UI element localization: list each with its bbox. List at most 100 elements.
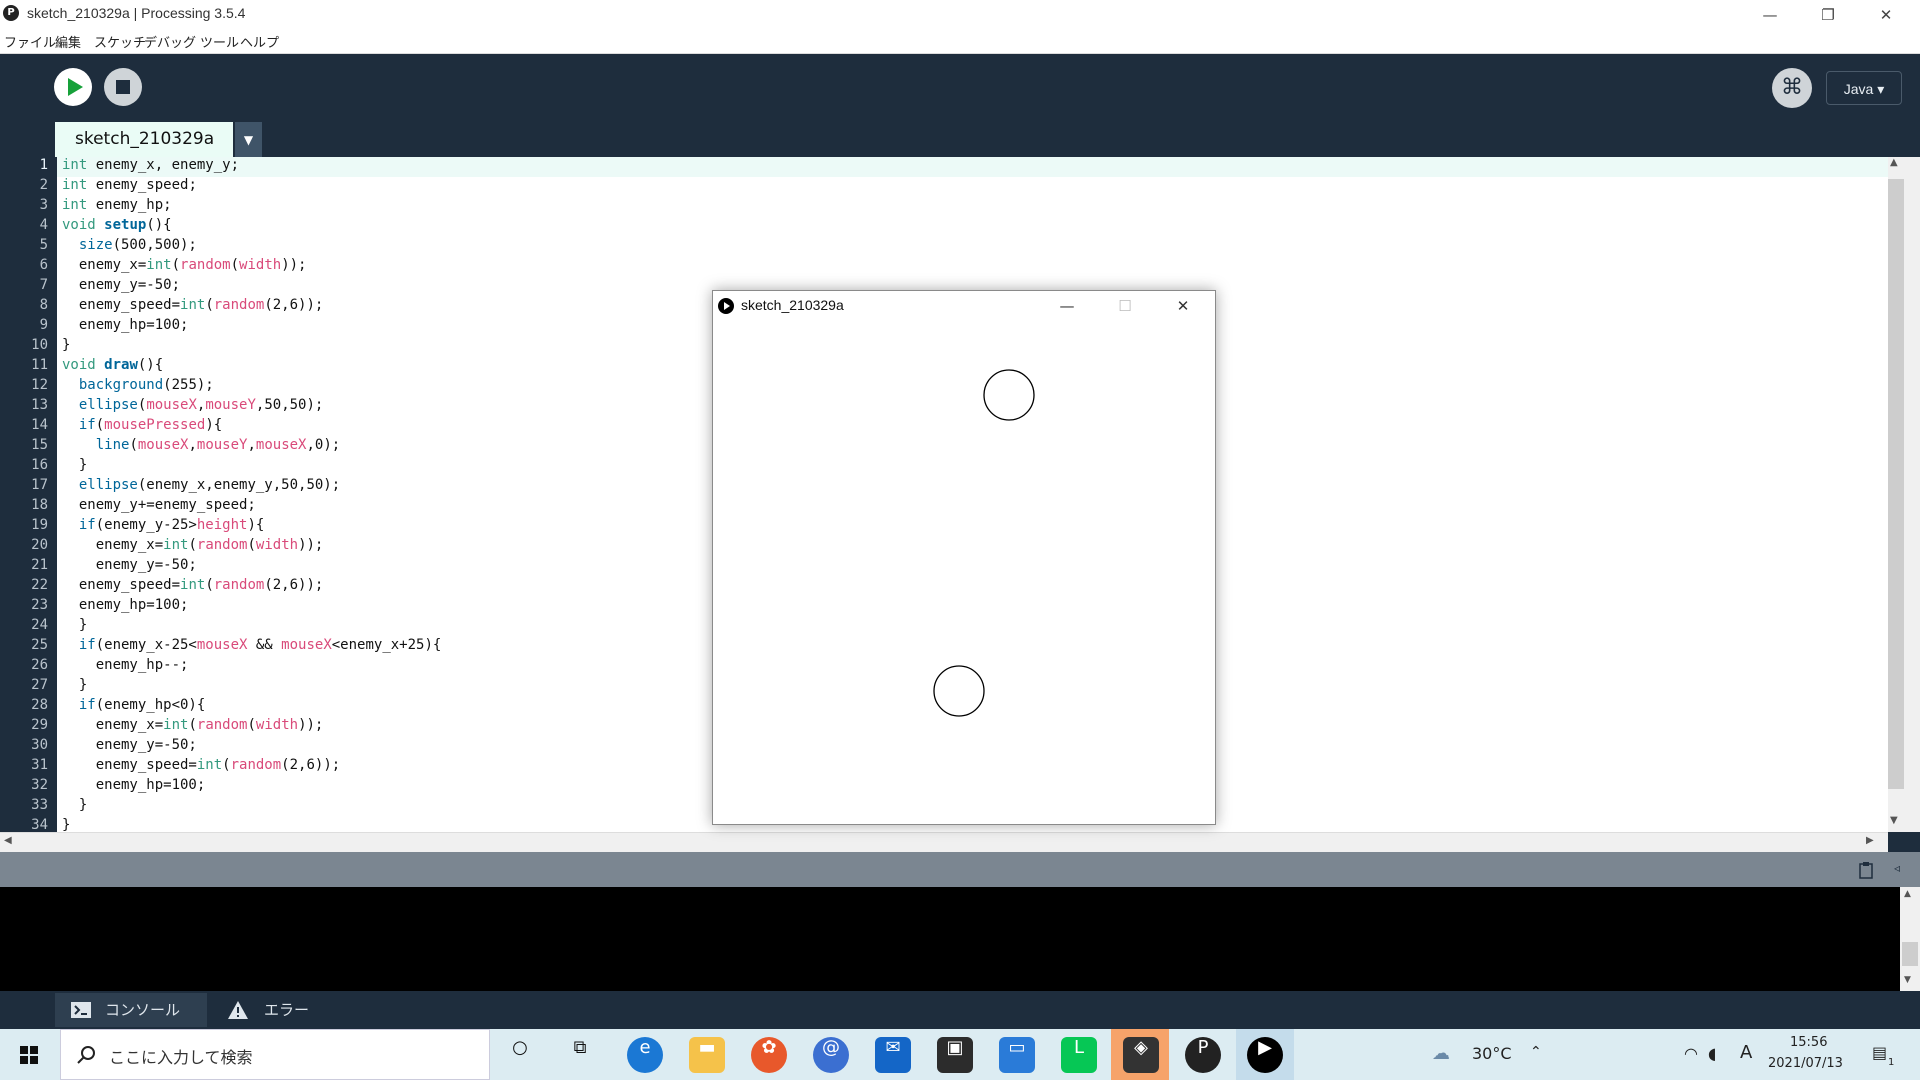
tab-menu-button[interactable]: ▼ — [235, 122, 262, 157]
code-line: if(mousePressed){ — [78, 417, 223, 433]
window-title: sketch_210329a | Processing 3.5.4 — [27, 5, 246, 21]
sketch-run-icon[interactable]: ▶ — [1247, 1037, 1283, 1073]
menu-bar: ファイル 編集 スケッチ デバッグ ツール ヘルプ — [0, 29, 1920, 54]
line-icon[interactable]: L — [1061, 1037, 1097, 1073]
store-icon[interactable]: ▣ — [937, 1037, 973, 1073]
warning-icon — [228, 1001, 248, 1019]
debug-button[interactable]: ⌘ — [1772, 68, 1812, 108]
line-number: 13 — [31, 397, 48, 413]
scroll-down-icon[interactable]: ▼ — [1890, 815, 1898, 826]
menu-sketch[interactable]: スケッチ — [94, 32, 146, 51]
sketch-maximize-button[interactable]: ☐ — [1096, 291, 1154, 321]
tab-console[interactable]: コンソール — [55, 993, 207, 1027]
line-number: 14 — [31, 417, 48, 433]
run-button[interactable] — [54, 68, 92, 106]
ime-indicator[interactable]: A — [1740, 1042, 1752, 1063]
current-line-highlight — [57, 157, 1888, 177]
sketch-canvas[interactable] — [713, 323, 1213, 823]
console-scroll-up-icon[interactable]: ▲ — [1904, 889, 1911, 899]
code-line: int enemy_speed; — [62, 177, 197, 193]
code-line: void draw(){ — [62, 357, 164, 373]
processing-icon[interactable]: P — [1185, 1037, 1221, 1073]
scroll-right-icon[interactable]: ▶ — [1866, 835, 1874, 846]
line-number: 19 — [31, 517, 48, 533]
search-icon — [77, 1046, 95, 1064]
tab-sketch[interactable]: sketch_210329a — [55, 122, 233, 157]
menu-help[interactable]: ヘルプ — [240, 32, 279, 51]
mode-selector[interactable]: Java ▾ — [1826, 71, 1902, 105]
restore-icon: ❐ — [1821, 5, 1835, 24]
editor-vertical-scrollbar[interactable]: ▲ ▼ — [1888, 157, 1920, 832]
clipboard-icon[interactable] — [1858, 861, 1874, 879]
volume-icon[interactable]: ◖ — [1708, 1044, 1716, 1063]
close-button[interactable]: ✕ — [1857, 0, 1915, 29]
scroll-thumb[interactable] — [1888, 179, 1904, 789]
code-line: enemy_y=-50; — [62, 277, 181, 293]
windows-start-icon[interactable] — [20, 1046, 38, 1064]
close-icon: ✕ — [1879, 5, 1893, 24]
search-placeholder: ここに入力して検索 — [109, 1048, 253, 1067]
taskbar-search[interactable]: ここに入力して検索 — [60, 1029, 490, 1080]
sketch-close-button[interactable]: ✕ — [1154, 291, 1212, 321]
console-scrollbar[interactable]: ▲ ▼ — [1900, 887, 1920, 991]
sketch-minimize-button[interactable]: — — [1038, 291, 1096, 321]
line-number: 23 — [31, 597, 48, 613]
code-line: enemy_x=int(random(width)); — [62, 717, 324, 733]
windows-taskbar: ここに入力して検索 ○ ⧉ e ▬ ✿ @ ✉ ▣ ▭ L ◈ P ▶ ☁ 30… — [0, 1029, 1920, 1080]
menu-edit[interactable]: 編集 — [55, 32, 81, 51]
tray-chevron-icon[interactable]: ⌃ — [1530, 1044, 1542, 1060]
line-number: 4 — [39, 217, 48, 233]
code-line: enemy_hp=100; — [62, 597, 189, 613]
menu-file[interactable]: ファイル — [4, 32, 56, 51]
code-line: if(enemy_x-25<mouseX && mouseX<enemy_x+2… — [78, 637, 442, 653]
network-icon[interactable]: ◠ — [1684, 1044, 1698, 1063]
clock-time[interactable]: 15:56 — [1790, 1035, 1827, 1050]
task-view-icon[interactable]: ⧉ — [562, 1037, 598, 1073]
code-line: size(500,500); — [78, 237, 197, 253]
menu-tools[interactable]: ツール — [200, 32, 239, 51]
cortana-icon[interactable]: ○ — [502, 1037, 538, 1073]
line-number: 11 — [31, 357, 48, 373]
mail-app-icon[interactable]: @ — [813, 1037, 849, 1073]
minimize-icon: — — [1059, 297, 1075, 315]
player-circle — [933, 665, 985, 717]
code-line: } — [62, 817, 71, 832]
console-scroll-down-icon[interactable]: ▼ — [1904, 975, 1911, 985]
notification-icon[interactable]: ▤ — [1872, 1043, 1887, 1062]
line-number: 12 — [31, 377, 48, 393]
code-line: enemy_y=-50; — [62, 557, 197, 573]
unity-icon[interactable]: ◈ — [1123, 1037, 1159, 1073]
enemy-circle — [983, 369, 1035, 421]
sketch-output-window[interactable]: sketch_210329a — ☐ ✕ — [712, 290, 1216, 825]
clock-date[interactable]: 2021/07/13 — [1768, 1056, 1843, 1071]
toolbar — [0, 54, 1920, 156]
code-line: } — [62, 617, 88, 633]
code-line: int enemy_hp; — [62, 197, 172, 213]
code-line: enemy_speed=int(random(2,6)); — [62, 757, 341, 773]
stop-button[interactable] — [104, 68, 142, 106]
line-number: 6 — [39, 257, 48, 273]
line-number: 8 — [39, 297, 48, 313]
editor-horizontal-scrollbar[interactable]: ◀ ▶ — [0, 832, 1888, 853]
line-number: 33 — [31, 797, 48, 813]
line-number: 25 — [31, 637, 48, 653]
minimize-button[interactable]: — — [1741, 0, 1799, 29]
console-scroll-thumb[interactable] — [1902, 942, 1918, 966]
photo-app-icon[interactable]: ✿ — [751, 1037, 787, 1073]
line-number: 20 — [31, 537, 48, 553]
collapse-console-icon[interactable]: ◃ — [1894, 861, 1900, 875]
code-line: ellipse(mouseX,mouseY,50,50); — [78, 397, 324, 413]
console-output[interactable] — [0, 887, 1900, 991]
edge-icon[interactable]: e — [627, 1037, 663, 1073]
code-line: enemy_y+=enemy_speed; — [62, 497, 256, 513]
scroll-up-icon[interactable]: ▲ — [1890, 157, 1898, 168]
line-number: 17 — [31, 477, 48, 493]
explorer-icon[interactable]: ▬ — [689, 1037, 725, 1073]
remote-desktop-icon[interactable]: ▭ — [999, 1037, 1035, 1073]
mail-icon[interactable]: ✉ — [875, 1037, 911, 1073]
scroll-left-icon[interactable]: ◀ — [4, 835, 12, 846]
menu-debug[interactable]: デバッグ — [144, 32, 196, 51]
line-number: 16 — [31, 457, 48, 473]
restore-button[interactable]: ❐ — [1799, 0, 1857, 29]
tab-errors[interactable]: エラー — [212, 993, 342, 1027]
